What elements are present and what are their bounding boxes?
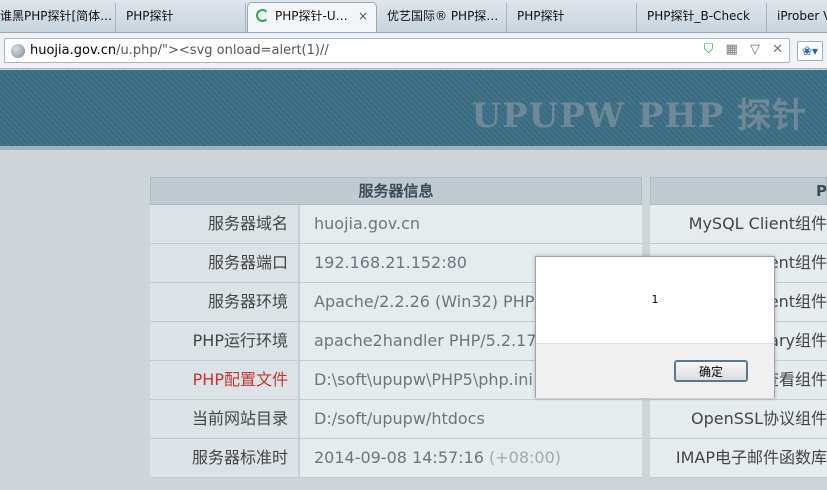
ok-button[interactable]: 确定 <box>674 360 748 382</box>
tab-6[interactable]: PHP探针_B-Check <box>639 3 767 32</box>
time-value: 2014-09-08 14:57:16 <box>314 448 484 467</box>
tab-label: PHP探针 <box>517 9 565 23</box>
url-path: /u.php/"><svg onload=alert(1)// <box>116 43 329 58</box>
address-bar[interactable]: huojia.gov.cn/u.php/"><svg onload=alert(… <box>4 38 790 63</box>
close-icon[interactable]: ✕ <box>772 42 783 57</box>
shield-icon[interactable]: ⛉ <box>704 42 714 57</box>
table-row: 服务器标准时 2014-09-08 14:57:16 (+08:00) <box>150 439 642 478</box>
row-key: 当前网站目录 <box>150 400 300 438</box>
tab-label: PHP探针 <box>126 9 174 23</box>
alert-message: 1 <box>651 293 659 306</box>
table-row: OpenSSL协议组件 <box>650 400 827 439</box>
tab-5[interactable]: PHP探针 <box>509 3 637 32</box>
tab-label: PHP探针_B-Check <box>647 9 750 23</box>
table-row: MySQL Client组件 <box>650 205 827 244</box>
row-key: 服务器域名 <box>150 205 300 243</box>
alert-dialog: 1 确定 <box>535 256 775 398</box>
url-text[interactable]: huojia.gov.cn/u.php/"><svg onload=alert(… <box>30 43 329 58</box>
tab-2[interactable]: PHP探针 <box>118 3 246 32</box>
tab-label: iProber V <box>777 9 827 23</box>
tab-1[interactable]: 谁黑PHP探针[简体… <box>0 3 116 32</box>
qr-icon[interactable]: ▦ <box>726 42 738 57</box>
row-key: 服务器端口 <box>150 244 300 282</box>
row-value: 2014-09-08 14:57:16 (+08:00) <box>300 439 642 477</box>
alert-footer: 确定 <box>536 343 774 398</box>
row-key-link[interactable]: PHP配置文件 <box>150 361 300 399</box>
banner-title: UPUPW PHP 探针 <box>471 96 807 136</box>
table-row: 服务器域名 huojia.gov.cn <box>150 205 642 244</box>
table-row: IMAP电子邮件函数库 <box>650 439 827 478</box>
globe-icon <box>11 44 25 58</box>
tab-label: 谁黑PHP探针[简体… <box>0 9 113 23</box>
tab-7[interactable]: iProber V <box>769 3 827 32</box>
row-key: PHP运行环境 <box>150 322 300 360</box>
tab-3-active[interactable]: PHP探针-U… × <box>247 2 377 32</box>
tab-label: PHP探针-U… <box>275 9 348 23</box>
tab-strip: 谁黑PHP探针[简体… PHP探针 PHP探针-U… × 优艺国际® PHP探…… <box>0 0 827 33</box>
tab-label: 优艺国际® PHP探… <box>387 9 499 23</box>
paw-icon[interactable]: ❀▾ <box>797 41 823 61</box>
banner: UPUPW PHP 探针 <box>0 70 827 150</box>
row-key: 服务器环境 <box>150 283 300 321</box>
tab-4[interactable]: 优艺国际® PHP探… <box>379 3 507 32</box>
url-host: huojia.gov.cn <box>30 43 117 58</box>
timezone: (+08:00) <box>489 448 562 467</box>
row-value: huojia.gov.cn <box>300 205 642 243</box>
server-info-header: 服务器信息 <box>150 177 642 205</box>
table-row: 当前网站目录 D:/soft/upupw/htdocs <box>150 400 642 439</box>
tab-close-icon[interactable]: × <box>358 3 368 29</box>
chevron-down-icon[interactable]: ▽ <box>750 42 760 57</box>
loading-icon <box>256 9 269 22</box>
row-key: 服务器标准时 <box>150 439 300 477</box>
address-icons: ⛉ ▦ ▽ ✕ <box>696 42 783 57</box>
row-value: D:/soft/upupw/htdocs <box>300 400 642 438</box>
php-components-header: P <box>650 177 827 205</box>
navigation-bar: huojia.gov.cn/u.php/"><svg onload=alert(… <box>0 33 827 69</box>
